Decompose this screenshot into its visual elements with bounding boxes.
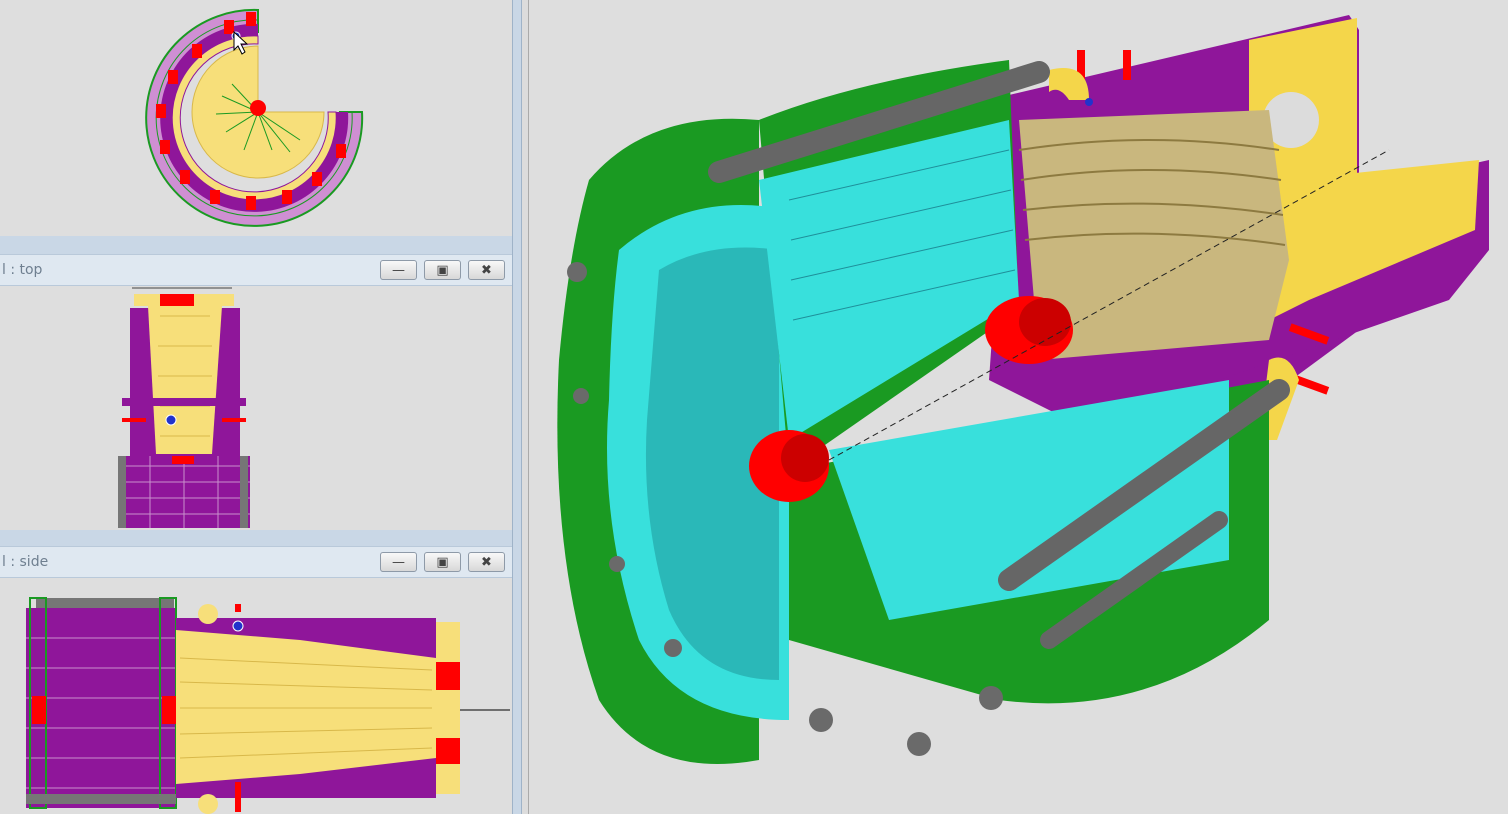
horizontal-splitter-top[interactable] (0, 236, 512, 254)
minimize-icon: — (392, 262, 405, 278)
side-view-drawing (26, 597, 510, 814)
side-view-maximize-button[interactable]: ▣ (424, 552, 461, 572)
top-view-drawing (118, 287, 250, 528)
maximize-icon: ▣ (436, 262, 449, 278)
side-view-minimize-button[interactable]: — (380, 552, 417, 572)
vertical-splitter[interactable] (512, 0, 522, 814)
perspective-view-pane[interactable] (528, 0, 1508, 814)
perspective-view-drawing (557, 15, 1489, 764)
axial-view-pane[interactable] (0, 0, 512, 236)
maximize-icon: ▣ (436, 554, 449, 570)
close-icon: ✖ (481, 262, 492, 278)
minimize-icon: — (392, 554, 405, 570)
top-view-close-button[interactable]: ✖ (468, 260, 505, 280)
top-view-titlebar[interactable]: l : top — ▣ ✖ (0, 254, 512, 286)
top-view-minimize-button[interactable]: — (380, 260, 417, 280)
horizontal-splitter-middle[interactable] (0, 530, 512, 546)
close-icon: ✖ (481, 554, 492, 570)
side-view-titlebar[interactable]: l : side — ▣ ✖ (0, 546, 512, 578)
top-view-pane[interactable] (0, 286, 512, 530)
side-view-close-button[interactable]: ✖ (468, 552, 505, 572)
axial-view-drawing (145, 8, 364, 227)
side-view-pane[interactable] (0, 578, 512, 814)
top-view-maximize-button[interactable]: ▣ (424, 260, 461, 280)
top-view-title: l : top (2, 262, 43, 278)
side-view-title: l : side (2, 554, 49, 570)
